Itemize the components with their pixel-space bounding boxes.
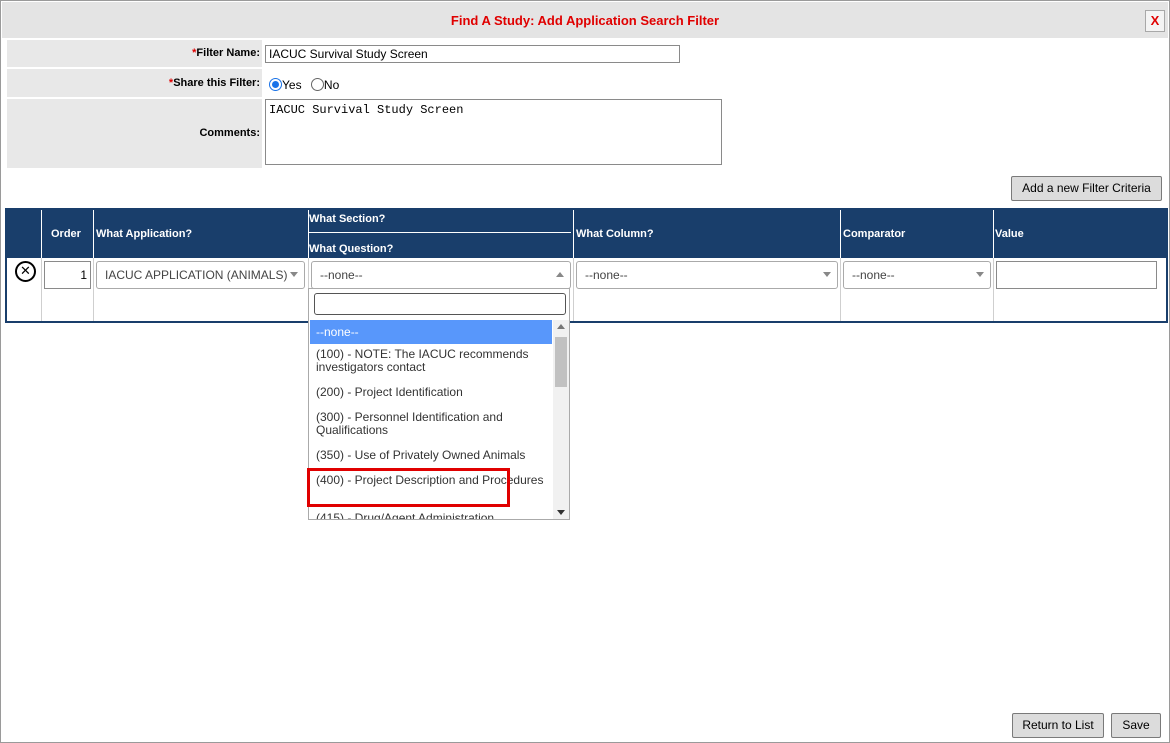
header-section-divider	[309, 232, 571, 233]
share-label: Share this Filter:	[173, 77, 260, 89]
filter-dialog: Find A Study: Add Application Search Fil…	[0, 0, 1170, 743]
question-select[interactable]: --none--	[311, 261, 571, 289]
order-input[interactable]: 1	[44, 261, 91, 289]
header-question: What Question?	[309, 243, 394, 255]
comments-textarea[interactable]: IACUC Survival Study Screen	[265, 99, 722, 165]
share-no-label: No	[323, 78, 340, 92]
application-select[interactable]: IACUC APPLICATION (ANIMALS)	[96, 261, 305, 289]
dropdown-scrollbar[interactable]	[553, 320, 569, 519]
scrollbar-thumb[interactable]	[555, 337, 567, 387]
header-section: What Section?	[309, 213, 386, 225]
comparator-select-value: --none--	[852, 268, 895, 282]
close-button[interactable]: X	[1145, 10, 1165, 32]
dropdown-option[interactable]: (350) - Use of Privately Owned Animals	[310, 445, 552, 470]
criteria-grid: Order What Application? What Section? Wh…	[5, 208, 1168, 323]
filter-name-label-cell: *Filter Name:	[7, 40, 262, 67]
grid-header: Order What Application? What Section? Wh…	[7, 210, 1166, 258]
return-to-list-button[interactable]: Return to List	[1012, 713, 1104, 738]
comparator-select[interactable]: --none--	[843, 261, 991, 289]
scroll-up-icon[interactable]	[557, 324, 565, 329]
chevron-down-icon	[976, 272, 984, 277]
dropdown-option[interactable]: --none--	[310, 320, 552, 344]
dropdown-option[interactable]: (100) - NOTE: The IACUC recommends inves…	[310, 344, 552, 382]
column-select-value: --none--	[585, 268, 628, 282]
share-yes-label: Yes	[282, 78, 302, 92]
share-radio-group: Yes No	[269, 78, 339, 92]
filter-name-input[interactable]: IACUC Survival Study Screen	[265, 45, 680, 63]
comments-label: Comments:	[199, 127, 260, 139]
share-no-radio[interactable]	[310, 78, 324, 91]
highlight-annotation-box	[307, 468, 510, 507]
header-comparator: Comparator	[843, 228, 906, 240]
header-application: What Application?	[96, 228, 193, 240]
filter-name-label: Filter Name:	[196, 47, 260, 59]
comments-label-cell: Comments:	[7, 99, 262, 168]
share-label-cell: *Share this Filter:	[7, 69, 262, 97]
dialog-titlebar: Find A Study: Add Application Search Fil…	[2, 2, 1168, 38]
header-column: What Column?	[576, 228, 654, 240]
question-select-value: --none--	[320, 268, 363, 282]
column-select[interactable]: --none--	[576, 261, 838, 289]
chevron-down-icon	[290, 272, 298, 277]
add-filter-criteria-button[interactable]: Add a new Filter Criteria	[1011, 176, 1162, 201]
chevron-down-icon	[823, 272, 831, 277]
remove-row-icon[interactable]: ✕	[15, 261, 36, 282]
dialog-title: Find A Study: Add Application Search Fil…	[450, 13, 720, 28]
header-value: Value	[995, 228, 1024, 240]
application-select-value: IACUC APPLICATION (ANIMALS)	[105, 268, 288, 282]
save-button[interactable]: Save	[1111, 713, 1161, 738]
header-order: Order	[51, 228, 81, 240]
dropdown-search-input[interactable]	[314, 293, 566, 315]
value-input[interactable]	[996, 261, 1157, 289]
chevron-up-icon	[556, 272, 564, 277]
dropdown-option[interactable]: (300) - Personnel Identification and Qua…	[310, 407, 552, 445]
dropdown-option[interactable]: (415) - Drug/Agent Administration	[310, 508, 552, 520]
scroll-down-icon[interactable]	[557, 510, 565, 515]
dropdown-option[interactable]: (200) - Project Identification	[310, 382, 552, 407]
share-yes-radio[interactable]	[269, 78, 282, 91]
